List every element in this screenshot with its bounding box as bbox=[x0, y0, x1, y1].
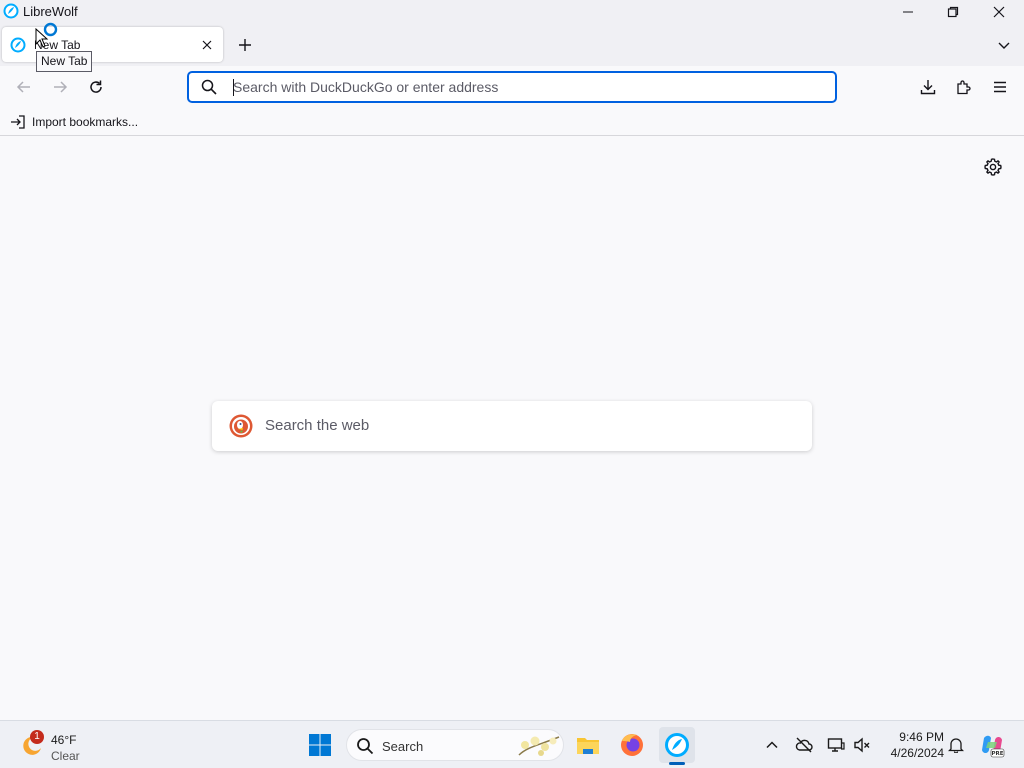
import-bookmarks-label: Import bookmarks... bbox=[32, 115, 139, 129]
forward-button[interactable] bbox=[48, 75, 72, 99]
minimize-button[interactable] bbox=[885, 0, 931, 24]
onedrive-tray-button[interactable] bbox=[794, 735, 814, 755]
navigation-toolbar bbox=[0, 66, 1024, 108]
text-caret bbox=[233, 79, 234, 96]
web-search-placeholder: Search the web bbox=[265, 417, 370, 434]
busy-spinner-icon bbox=[43, 22, 58, 37]
clock-time: 9:46 PM bbox=[899, 730, 944, 744]
personalize-button[interactable] bbox=[982, 156, 1004, 178]
weather-widget[interactable]: 1 46°F Clear bbox=[14, 726, 94, 764]
tab-tooltip: New Tab bbox=[36, 51, 93, 72]
extensions-button[interactable] bbox=[952, 75, 976, 99]
librewolf-tab-icon bbox=[10, 37, 26, 53]
firefox-icon bbox=[621, 734, 643, 756]
app-menu-button[interactable] bbox=[988, 75, 1012, 99]
show-hidden-icons-button[interactable] bbox=[762, 735, 782, 755]
chevron-up-icon bbox=[766, 741, 778, 749]
speaker-muted-icon bbox=[854, 737, 870, 753]
arrow-right-icon bbox=[54, 81, 68, 93]
start-button[interactable] bbox=[302, 727, 338, 763]
tab-strip: New Tab bbox=[0, 24, 1024, 66]
window-title: LibreWolf bbox=[23, 4, 78, 19]
svg-text:PRE: PRE bbox=[991, 751, 1003, 757]
librewolf-logo-icon bbox=[3, 3, 19, 19]
librewolf-taskbar-button[interactable] bbox=[659, 727, 695, 763]
notifications-button[interactable] bbox=[946, 735, 966, 755]
maximize-button[interactable] bbox=[930, 0, 976, 24]
display-tray-button[interactable] bbox=[826, 735, 846, 755]
folder-icon bbox=[577, 738, 599, 754]
import-bookmarks-button[interactable]: Import bookmarks... bbox=[10, 113, 138, 131]
taskbar-search-label: Search bbox=[382, 739, 424, 754]
arrow-left-icon bbox=[16, 81, 30, 93]
back-button[interactable] bbox=[12, 75, 36, 99]
search-icon bbox=[357, 738, 374, 755]
weather-temperature: 46°F bbox=[51, 733, 77, 747]
bell-icon bbox=[948, 738, 964, 753]
close-icon bbox=[202, 40, 212, 50]
librewolf-logo-icon bbox=[665, 733, 689, 757]
reload-button[interactable] bbox=[84, 75, 108, 99]
reload-icon bbox=[90, 80, 102, 93]
volume-tray-button[interactable] bbox=[852, 735, 872, 755]
copilot-icon: PRE bbox=[982, 735, 1005, 758]
title-bar: LibreWolf bbox=[0, 0, 1024, 24]
downloads-button[interactable] bbox=[916, 75, 940, 99]
windows-logo-icon bbox=[309, 734, 331, 756]
close-window-button[interactable] bbox=[976, 0, 1022, 24]
firefox-button[interactable] bbox=[614, 727, 650, 763]
hamburger-icon bbox=[994, 81, 1006, 93]
taskbar-search[interactable]: Search bbox=[346, 729, 564, 761]
active-app-indicator bbox=[669, 762, 685, 765]
weather-condition: Clear bbox=[51, 749, 80, 763]
taskbar: 1 46°F Clear Search 9:46 PM 4/26/2024 PR… bbox=[0, 720, 1024, 768]
close-icon bbox=[993, 6, 1005, 18]
download-icon bbox=[920, 80, 936, 95]
restore-icon bbox=[947, 6, 959, 18]
copilot-button[interactable]: PRE bbox=[974, 727, 1010, 763]
new-tab-button[interactable] bbox=[234, 34, 256, 56]
minimize-icon bbox=[903, 11, 913, 13]
url-input[interactable] bbox=[233, 77, 823, 97]
file-explorer-button[interactable] bbox=[570, 727, 606, 763]
list-all-tabs-button[interactable] bbox=[993, 34, 1015, 56]
new-tab-page: Search the web bbox=[0, 136, 1024, 720]
url-bar[interactable] bbox=[188, 72, 836, 102]
search-highlight-icon bbox=[518, 736, 560, 756]
monitor-icon bbox=[827, 738, 845, 752]
plus-icon bbox=[239, 39, 251, 51]
bookmarks-toolbar: Import bookmarks... bbox=[0, 108, 1024, 136]
search-icon bbox=[201, 79, 217, 95]
web-search-box[interactable]: Search the web bbox=[212, 401, 812, 451]
clock-date: 4/26/2024 bbox=[890, 746, 944, 760]
gear-icon bbox=[984, 158, 1002, 176]
puzzle-icon bbox=[957, 80, 971, 95]
chevron-down-icon bbox=[998, 42, 1010, 49]
notification-badge: 1 bbox=[30, 730, 44, 744]
import-icon bbox=[11, 115, 25, 129]
cloud-offline-icon bbox=[795, 737, 813, 753]
tab-close-button[interactable] bbox=[198, 36, 216, 54]
clock[interactable]: 9:46 PM 4/26/2024 bbox=[880, 729, 944, 761]
duckduckgo-logo-icon bbox=[229, 414, 253, 438]
